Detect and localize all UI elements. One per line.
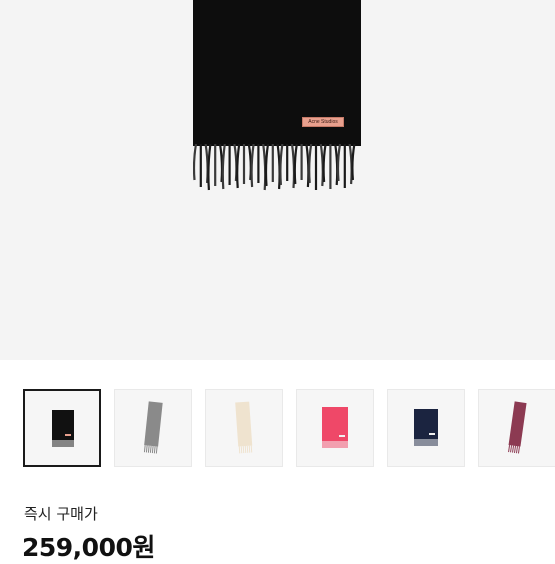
price: 259,000원 <box>22 528 155 564</box>
cream-scarf-icon <box>205 389 283 467</box>
product-main-image: Acne Studios <box>0 0 555 360</box>
thumbnail-grey[interactable] <box>114 389 192 467</box>
brand-tag: Acne Studios <box>302 117 344 127</box>
burgundy-scarf-icon <box>478 389 555 467</box>
thumbnail-burgundy[interactable] <box>478 389 555 467</box>
pink-scarf-icon <box>296 389 374 467</box>
thumbnail-navy[interactable] <box>387 389 465 467</box>
thumbnail-strip <box>0 389 555 469</box>
thumbnail-cream[interactable] <box>205 389 283 467</box>
scarf-fringe-icon <box>193 144 361 192</box>
black-scarf-icon <box>24 390 102 468</box>
thumbnail-black[interactable] <box>23 389 101 467</box>
thumbnail-pink[interactable] <box>296 389 374 467</box>
grey-scarf-icon <box>114 389 192 467</box>
navy-scarf-icon <box>387 389 465 467</box>
instant-buy-label: 즉시 구매가 <box>24 503 98 524</box>
